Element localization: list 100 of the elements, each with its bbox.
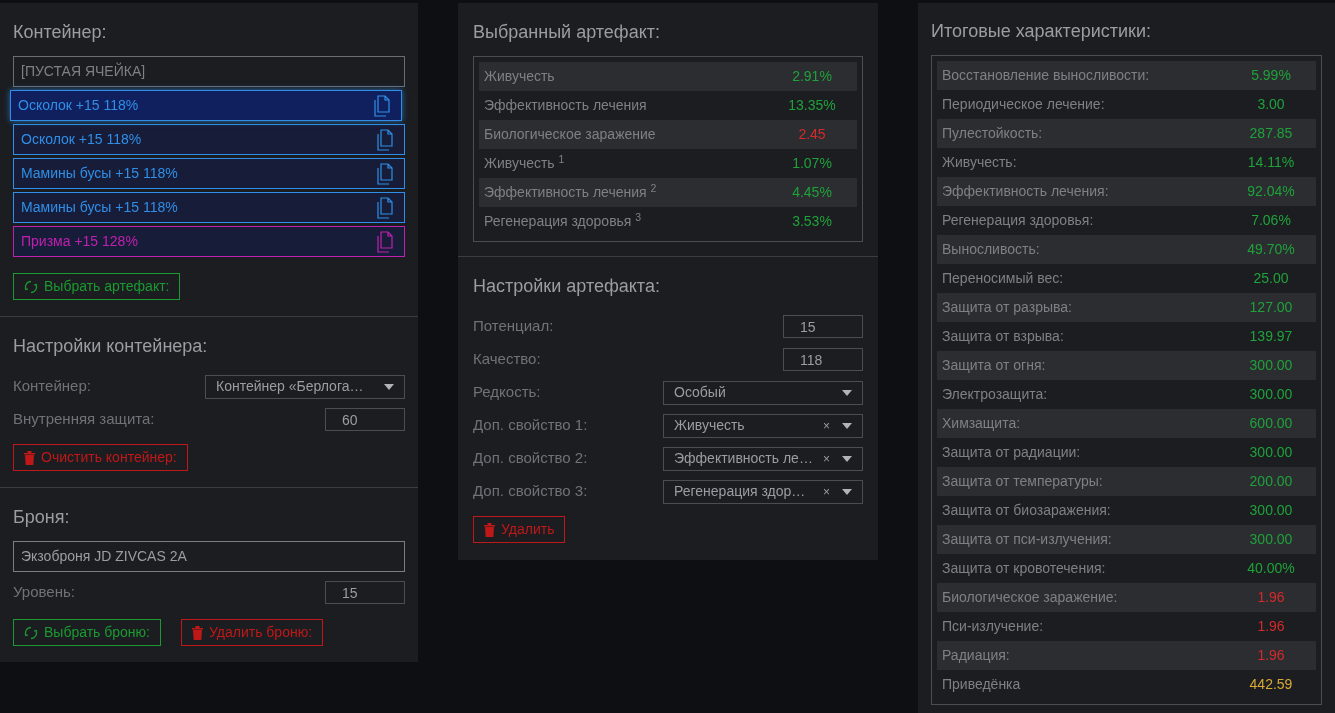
section-title: Настройки контейнера:	[13, 335, 209, 358]
number-field[interactable]: 118	[783, 348, 863, 371]
dropdown[interactable]: Эффективность ле… ×	[663, 446, 863, 471]
stat-value: 4.45%	[791, 183, 833, 202]
stat-value: 13.35%	[787, 96, 837, 115]
stat-label: Эффективность лечения	[484, 96, 648, 115]
stat-label: Переносимый вес:	[942, 269, 1065, 288]
artifact-slot[interactable]: Призма +15 128%	[13, 226, 405, 257]
dropdown[interactable]: Живучесть ×	[663, 413, 863, 438]
stat-value: 300.00	[1248, 443, 1294, 462]
slot-label: Осколок +15 118%	[21, 130, 142, 149]
choose-button[interactable]: Выбрать броню:	[13, 619, 161, 646]
section-title: Настройки артефакта:	[473, 275, 661, 298]
section-title: Контейнер:	[13, 21, 108, 44]
stat-value: 2.91%	[791, 67, 833, 86]
stat-label: Биологическое заражение	[484, 125, 657, 144]
stat-label: Защита от температуры:	[942, 472, 1104, 491]
caret-icon	[384, 383, 394, 390]
stat-label: Химзащита:	[942, 414, 1022, 433]
stat-label: Пси-излучение:	[942, 617, 1045, 636]
field-label: Внутренняя защита:	[13, 409, 155, 430]
clear-icon[interactable]: ×	[823, 449, 830, 468]
section-title: Выбранный артефакт:	[473, 21, 661, 44]
caret-icon	[842, 389, 852, 396]
stat-value: 40.00%	[1246, 559, 1296, 578]
refresh-icon	[24, 625, 38, 640]
section-title: Итоговые характеристики:	[931, 20, 1152, 43]
stat-value: 3.53%	[791, 212, 833, 231]
stat-label: Защита от кровотечения:	[942, 559, 1107, 578]
clear-icon[interactable]: ×	[823, 482, 830, 501]
stat-value: 287.85	[1248, 124, 1294, 143]
field-label: Уровень:	[13, 582, 75, 603]
trash-icon	[484, 522, 495, 537]
artifact-slot[interactable]: Осколок +15 118%	[10, 90, 402, 121]
caret-icon	[842, 422, 852, 429]
stat-value: 3.00	[1256, 95, 1286, 114]
dropdown[interactable]: Особый	[663, 380, 863, 405]
stat-label: Живучесть:	[942, 153, 1018, 172]
stat-value: 1.07%	[791, 154, 833, 173]
stat-value: 92.04%	[1246, 182, 1296, 201]
stat-value: 139.97	[1248, 327, 1294, 346]
stat-value: 2.45	[797, 125, 827, 144]
stat-value: 14.11%	[1246, 153, 1296, 172]
artifact-slot[interactable]: Мамины бусы +15 118%	[13, 158, 405, 189]
stat-value: 300.00	[1248, 385, 1294, 404]
stat-value: 200.00	[1248, 472, 1294, 491]
armor-field[interactable]: Экзоброня JD ZIVCAS 2A	[13, 541, 405, 572]
slot-label: Мамины бусы +15 118%	[21, 164, 178, 183]
empty-slot[interactable]: [ПУСТАЯ ЯЧЕЙКА]	[13, 56, 405, 87]
stat-label: Защита от пси-излучения:	[942, 530, 1113, 549]
stat-label: Защита от взрыва:	[942, 327, 1065, 346]
stat-value: 49.70%	[1246, 240, 1296, 259]
stat-label: Регенерация здоровья $^{3}$	[484, 211, 643, 231]
stat-value: 300.00	[1248, 356, 1294, 375]
artifact-slot[interactable]: Осколок +15 118%	[13, 124, 405, 155]
stat-label: Выносливость:	[942, 240, 1041, 259]
field-label: Редкость:	[473, 382, 541, 403]
stat-value: 25.00	[1252, 269, 1290, 288]
stat-value: 1.96	[1256, 646, 1286, 665]
field-label: Доп. свойство 1:	[473, 415, 588, 436]
field-label: Качество:	[473, 349, 541, 370]
dropdown[interactable]: Регенерация здор… ×	[663, 479, 863, 504]
stat-label: Защита от огня:	[942, 356, 1047, 375]
stat-value: 300.00	[1248, 530, 1294, 549]
stat-label: Защита от разрыва:	[942, 298, 1073, 317]
stat-value: 7.06%	[1250, 211, 1292, 230]
section-title: Броня:	[13, 506, 71, 529]
stat-label: Живучесть $^{1}$	[484, 153, 566, 173]
refresh-icon	[24, 279, 38, 294]
number-field[interactable]: 15	[783, 315, 863, 338]
stat-label: Защита от биозаражения:	[942, 501, 1112, 520]
stat-label: Эффективность лечения $^{2}$	[484, 182, 658, 202]
trash-icon	[24, 450, 35, 465]
caret-icon	[842, 488, 852, 495]
artifact-slot[interactable]: Мамины бусы +15 118%	[13, 192, 405, 223]
stat-label: Радиация:	[942, 646, 1011, 665]
field-label: Контейнер:	[13, 376, 91, 397]
stat-label: Приведёнка	[942, 675, 1022, 694]
trash-icon	[192, 625, 203, 640]
stat-label: Периодическое лечение:	[942, 95, 1106, 114]
field-label: Доп. свойство 2:	[473, 448, 588, 469]
stat-label: Эффективность лечения:	[942, 182, 1110, 201]
field-label: Доп. свойство 3:	[473, 481, 588, 502]
slot-label: Осколок +15 118%	[18, 96, 139, 115]
number-field[interactable]: 60	[325, 408, 405, 431]
stat-value: 1.96	[1256, 617, 1286, 636]
stat-label: Живучесть	[484, 67, 556, 86]
stat-value: 1.96	[1256, 588, 1286, 607]
stat-value: 442.59	[1248, 675, 1294, 694]
choose-button[interactable]: Выбрать артефакт:	[13, 273, 181, 300]
clear-icon[interactable]: ×	[823, 416, 830, 435]
stat-label: Регенерация здоровья:	[942, 211, 1095, 230]
stat-label: Биологическое заражение:	[942, 588, 1119, 607]
stat-value: 5.99%	[1250, 66, 1292, 85]
number-field[interactable]: 15	[325, 581, 405, 604]
stat-value: 600.00	[1248, 414, 1294, 433]
slot-label: Призма +15 128%	[21, 232, 138, 251]
slot-label: Мамины бусы +15 118%	[21, 198, 178, 217]
field-label: Потенциал:	[473, 316, 554, 337]
dropdown[interactable]: Контейнер «Берлога…	[205, 374, 405, 399]
